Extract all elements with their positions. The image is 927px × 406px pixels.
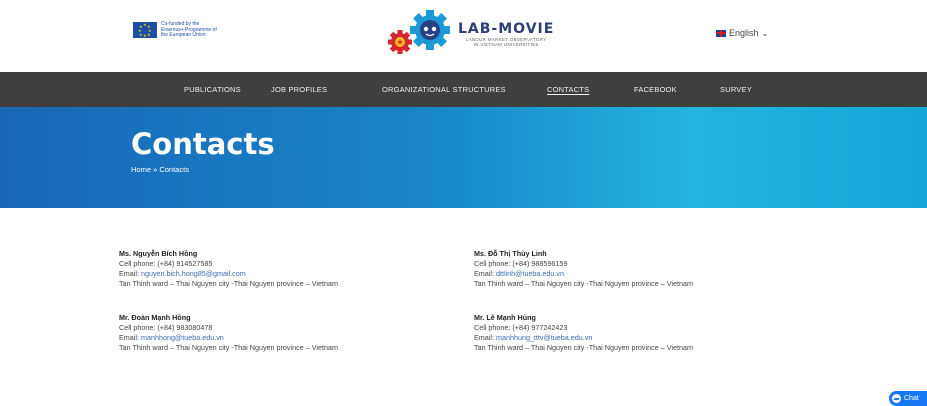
language-selector[interactable]: English ⌄: [716, 28, 768, 38]
contact-card: Ms. Nguyễn Bích Hồng Cell phone: (+84) 9…: [119, 249, 338, 289]
page-title: Contacts: [131, 127, 275, 161]
contact-address: Tan Thinh ward – Thai Nguyen city -Thai …: [119, 343, 338, 352]
contact-email-link[interactable]: dttlinh@tueba.edu.vn: [496, 269, 564, 278]
contact-name: Ms. Nguyễn Bích Hồng: [119, 249, 198, 258]
nav-item-survey[interactable]: SURVEY: [720, 85, 752, 94]
contact-phone: Cell phone: (+84) 983080478: [119, 323, 213, 332]
site-header: ★ ★ ★ ★ ★ ★ ★ ★ Co-funded by the Erasmus…: [0, 0, 927, 72]
main-navigation: PUBLICATIONS JOB PROFILES ORGANIZATIONAL…: [0, 72, 927, 107]
brand-title: LAB-MOVIE: [458, 20, 555, 37]
contact-phone: Cell phone: (+84) 988596159: [474, 259, 568, 268]
contact-email-link[interactable]: manhhong@tueba.edu.vn: [141, 333, 224, 342]
chat-label: Chat: [904, 395, 919, 402]
nav-item-facebook[interactable]: FACEBOOK: [634, 85, 677, 94]
contact-email-row: Email: dttlinh@tueba.edu.vn: [474, 269, 693, 279]
contact-address: Tan Thinh ward – Thai Nguyen city -Thai …: [474, 279, 693, 288]
contact-email-row: Email: manhhong@tueba.edu.vn: [119, 333, 338, 343]
contact-name: Mr. Lê Mạnh Hùng: [474, 313, 536, 322]
contact-email-label: Email:: [119, 333, 141, 342]
contact-card: Ms. Đỗ Thị Thùy Linh Cell phone: (+84) 9…: [474, 249, 693, 289]
contact-email-label: Email:: [119, 269, 141, 278]
language-label: English: [729, 28, 759, 38]
eu-flag-icon: ★ ★ ★ ★ ★ ★ ★ ★: [133, 22, 157, 39]
contact-email-row: Email: nguyen.bich.hong85@gmail.com: [119, 269, 338, 279]
nav-item-organizational-structures[interactable]: ORGANIZATIONAL STRUCTURES: [382, 85, 506, 94]
contact-email-label: Email:: [474, 269, 496, 278]
contact-address: Tan Thinh ward – Thai Nguyen city -Thai …: [474, 343, 693, 352]
messenger-icon: [892, 394, 901, 403]
nav-item-contacts[interactable]: CONTACTS: [547, 85, 589, 94]
contact-name: Ms. Đỗ Thị Thùy Linh: [474, 249, 547, 258]
contact-email-row: Email: manhhung_tttv@tueba.edu.vn: [474, 333, 693, 343]
lab-movie-logo[interactable]: LAB-MOVIE LABOUR MARKET OBSERVATORY IN V…: [386, 10, 554, 58]
chevron-down-icon: ⌄: [761, 28, 769, 38]
chat-button[interactable]: Chat: [889, 391, 927, 406]
gear-logo-icon: [386, 10, 456, 58]
uk-flag-icon: [716, 29, 726, 37]
nav-item-publications[interactable]: PUBLICATIONS: [184, 85, 241, 94]
contact-address: Tan Thinh ward – Thai Nguyen city -Thai …: [119, 279, 338, 288]
breadcrumb[interactable]: Home » Contacts: [131, 165, 189, 174]
page-hero-banner: Contacts Home » Contacts: [0, 107, 927, 208]
contact-phone: Cell phone: (+84) 977242423: [474, 323, 568, 332]
contact-name: Mr. Đoàn Mạnh Hồng: [119, 313, 191, 322]
contact-email-label: Email:: [474, 333, 496, 342]
contact-email-link[interactable]: manhhung_tttv@tueba.edu.vn: [496, 333, 592, 342]
contact-phone: Cell phone: (+84) 914527585: [119, 259, 213, 268]
eu-cofunded-logo[interactable]: ★ ★ ★ ★ ★ ★ ★ ★ Co-funded by the Erasmus…: [133, 21, 223, 39]
brand-subtitle-line2: IN VIETNAM UNIVERSITIES: [473, 42, 539, 47]
contact-email-link[interactable]: nguyen.bich.hong85@gmail.com: [141, 269, 246, 278]
contact-card: Mr. Lê Mạnh Hùng Cell phone: (+84) 97724…: [474, 313, 693, 353]
contact-card: Mr. Đoàn Mạnh Hồng Cell phone: (+84) 983…: [119, 313, 338, 353]
nav-item-job-profiles[interactable]: JOB PROFILES: [271, 85, 327, 94]
eu-cofunded-text: Co-funded by the Erasmus+ Programme of t…: [161, 21, 217, 38]
